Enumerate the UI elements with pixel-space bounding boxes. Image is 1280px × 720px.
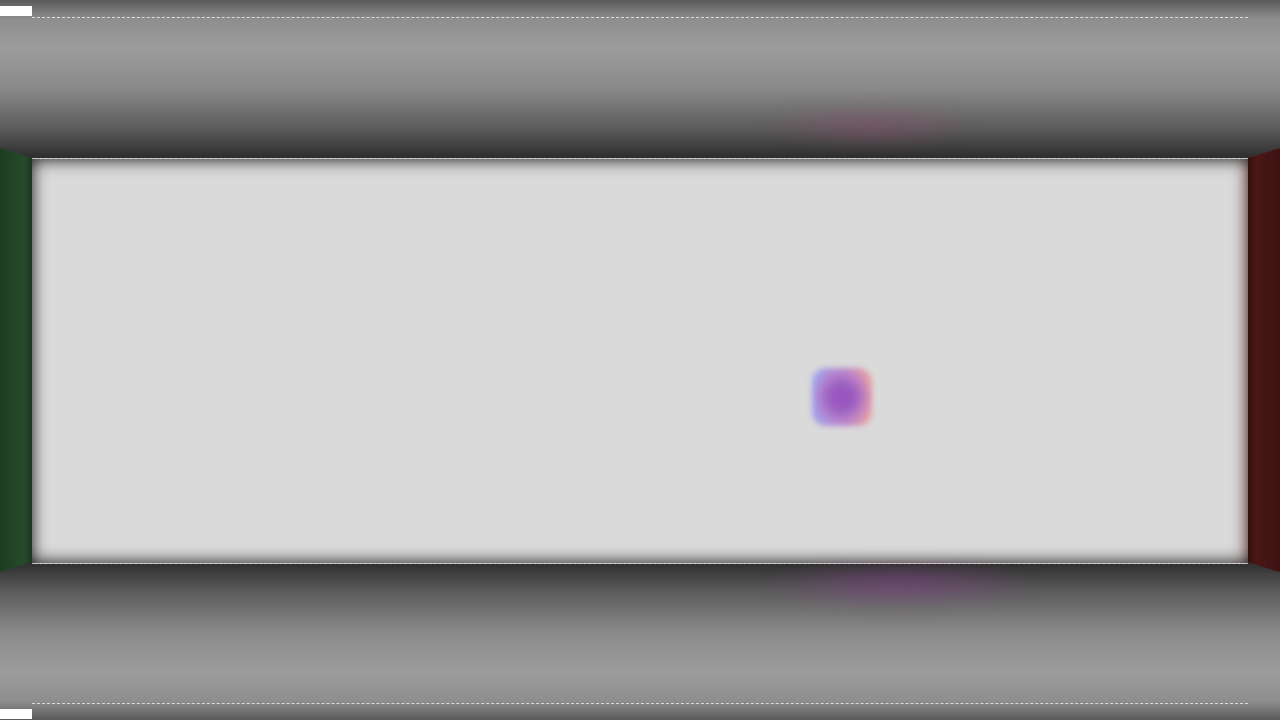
game-viewport[interactable] (0, 0, 1280, 720)
right-wall (1248, 148, 1280, 572)
back-wall (32, 158, 1248, 564)
bottom-edge-line (32, 703, 1248, 704)
ceiling-surface (0, 0, 1280, 158)
top-edge-line (32, 17, 1248, 18)
bottom-corner-marker (0, 709, 32, 719)
top-corner-marker (0, 6, 32, 16)
orb-reflection-floor (760, 560, 1040, 610)
orb-reflection-ceiling (760, 100, 980, 150)
floor-surface (0, 563, 1280, 720)
left-wall (0, 148, 32, 572)
ball-icon[interactable] (812, 368, 872, 426)
